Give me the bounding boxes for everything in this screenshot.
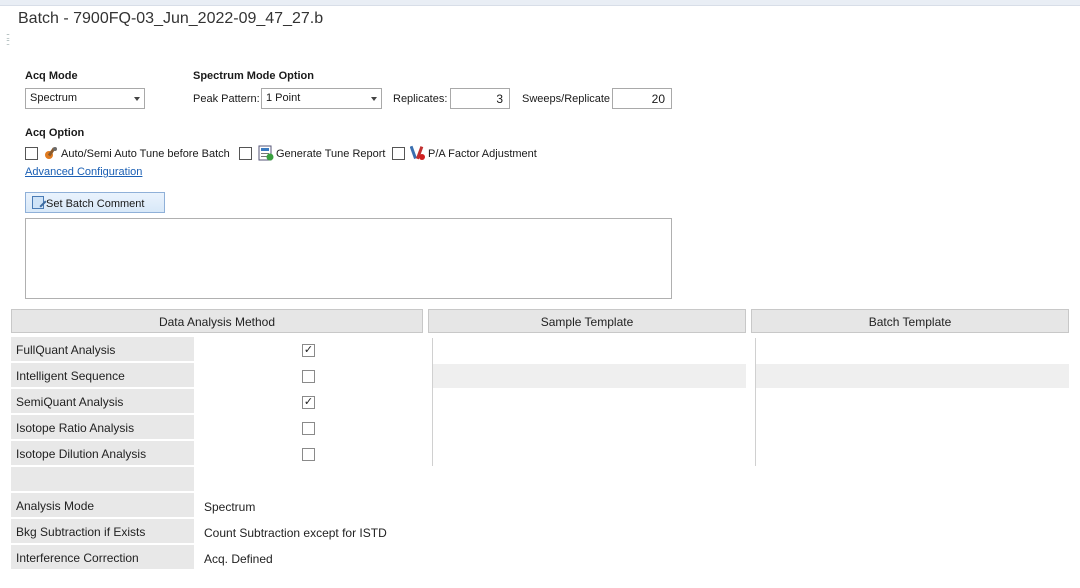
tune-wrench-icon xyxy=(45,147,57,159)
peak-pattern-select[interactable]: 1 Point xyxy=(261,88,382,109)
row-label-analysis-mode: Analysis Mode xyxy=(11,493,194,518)
auto-tune-option[interactable]: Auto/Semi Auto Tune before Batch xyxy=(43,145,230,161)
batch-comment-textarea[interactable] xyxy=(25,218,672,299)
replicates-input[interactable]: 3 xyxy=(450,88,510,109)
checkmark-icon: ✓ xyxy=(303,344,314,356)
pa-factor-option[interactable]: P/A Factor Adjustment xyxy=(410,145,537,161)
analysis-mode-value: Spectrum xyxy=(204,500,256,514)
row-label-isotope-dilution: Isotope Dilution Analysis xyxy=(11,441,194,466)
fullquant-checkbox[interactable]: ✓ xyxy=(302,344,315,357)
column-divider xyxy=(755,338,756,466)
sample-template-row-stripe xyxy=(433,364,746,388)
set-batch-comment-label: Set Batch Comment xyxy=(46,198,145,210)
page-title: Batch - 7900FQ-03_Jun_2022-09_47_27.b xyxy=(18,10,324,27)
peak-pattern-value: 1 Point xyxy=(266,92,301,104)
acq-mode-value: Spectrum xyxy=(30,92,78,104)
intelligent-sequence-checkbox[interactable] xyxy=(302,370,315,383)
generate-tune-option[interactable]: Generate Tune Report xyxy=(258,145,385,161)
sweeps-input[interactable]: 20 xyxy=(612,88,672,109)
isotope-ratio-checkbox[interactable] xyxy=(302,422,315,435)
header-data-analysis-method: Data Analysis Method xyxy=(11,309,423,333)
set-batch-comment-button[interactable]: Set Batch Comment xyxy=(25,192,165,213)
semiquant-checkbox[interactable]: ✓ xyxy=(302,396,315,409)
pa-factor-tools-icon xyxy=(410,145,425,160)
sweeps-label: Sweeps/Replicate xyxy=(522,93,611,105)
generate-tune-checkbox[interactable] xyxy=(239,147,252,160)
interference-correction-value: Acq. Defined xyxy=(204,552,273,566)
header-sample-template: Sample Template xyxy=(428,309,746,333)
auto-tune-checkbox[interactable] xyxy=(25,147,38,160)
spectrum-mode-label: Spectrum Mode Option xyxy=(193,70,314,82)
replicates-label: Replicates: xyxy=(393,93,448,105)
drag-grip-icon[interactable]: :::: xyxy=(6,32,10,47)
window-top-border xyxy=(0,0,1080,6)
column-divider xyxy=(432,338,433,466)
row-label-intelligent-sequence: Intelligent Sequence xyxy=(11,363,194,388)
row-label-empty xyxy=(11,467,194,492)
row-label-interference-correction: Interference Correction xyxy=(11,545,194,570)
row-label-fullquant: FullQuant Analysis xyxy=(11,337,194,362)
advanced-configuration-link[interactable]: Advanced Configuration xyxy=(25,166,142,178)
chevron-down-icon xyxy=(134,97,140,101)
acq-option-label: Acq Option xyxy=(25,127,85,139)
row-label-semiquant: SemiQuant Analysis xyxy=(11,389,194,414)
chevron-down-icon xyxy=(371,97,377,101)
bkg-subtraction-value: Count Subtraction except for ISTD xyxy=(204,526,387,540)
row-label-bkg-subtraction: Bkg Subtraction if Exists xyxy=(11,519,194,544)
checkmark-icon: ✓ xyxy=(303,396,314,408)
peak-pattern-label: Peak Pattern: xyxy=(193,93,260,105)
generate-tune-label: Generate Tune Report xyxy=(276,148,386,160)
acq-mode-label: Acq Mode xyxy=(25,70,78,82)
edit-comment-icon xyxy=(32,196,44,209)
acq-mode-select[interactable]: Spectrum xyxy=(25,88,145,109)
batch-template-row-stripe xyxy=(756,364,1069,388)
auto-tune-label: Auto/Semi Auto Tune before Batch xyxy=(61,148,230,160)
row-label-isotope-ratio: Isotope Ratio Analysis xyxy=(11,415,194,440)
report-icon xyxy=(258,145,274,161)
header-batch-template: Batch Template xyxy=(751,309,1069,333)
pa-factor-checkbox[interactable] xyxy=(392,147,405,160)
pa-factor-label: P/A Factor Adjustment xyxy=(428,148,537,160)
isotope-dilution-checkbox[interactable] xyxy=(302,448,315,461)
